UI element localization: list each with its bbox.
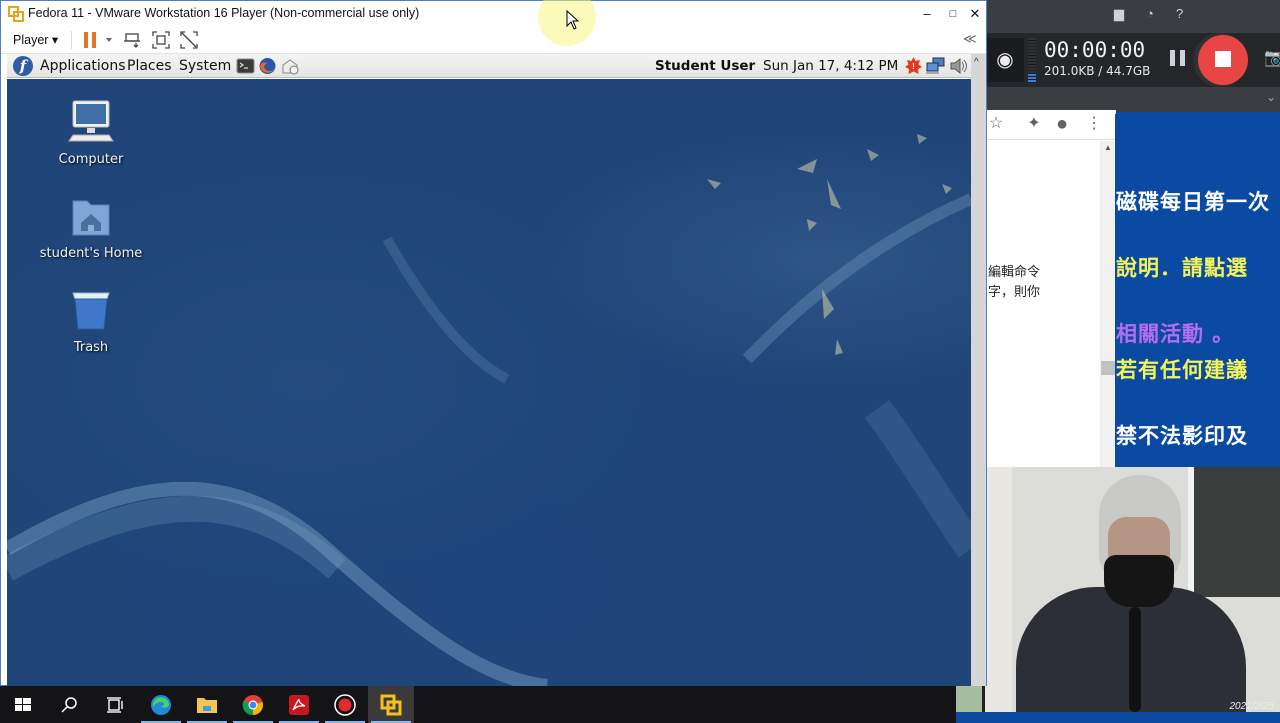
search-button[interactable] [46, 686, 92, 723]
window-titlebar[interactable]: Fedora 11 - VMware Workstation 16 Player… [1, 1, 986, 26]
recorder-titlebar: ▆ ◔ ? [986, 0, 1280, 30]
fedora-logo-icon[interactable]: f [13, 56, 33, 76]
recorder-pause-button[interactable] [1170, 50, 1186, 68]
desktop-icon-home[interactable]: student's Home [36, 193, 146, 261]
folder-icon [197, 698, 217, 713]
camera-icon[interactable]: 📷 [1264, 48, 1280, 68]
help-icon[interactable]: ? [1176, 6, 1183, 21]
gnome-top-panel: f Applications Places System Student Use… [7, 54, 971, 78]
slide-text-line: 若有任何建議 [1116, 358, 1248, 382]
vm-scrollbar[interactable]: ^ [971, 54, 986, 686]
search-icon [61, 697, 77, 713]
computer-icon [68, 100, 114, 142]
user-name[interactable]: Student User [655, 58, 755, 74]
desktop-icon-trash[interactable]: Trash [36, 287, 146, 355]
browser-window-fragment: ☆ ✦ ● ⋮ 編輯命令 字，則你 ▲ [986, 110, 1116, 470]
stop-icon [1215, 51, 1231, 67]
vmware-toolbar: Player ▾ ≪ [1, 26, 986, 54]
places-menu[interactable]: Places [127, 58, 172, 74]
presentation-slide-fragment [1115, 114, 1280, 470]
task-view-button[interactable] [92, 686, 138, 723]
slide-text-line: 磁碟每日第一次 [1116, 190, 1270, 214]
recorder-stop-button[interactable] [1198, 35, 1248, 85]
home-folder-icon [72, 200, 110, 236]
profile-icon[interactable]: ● [1052, 114, 1072, 134]
bookmark-star-icon[interactable]: ☆ [986, 114, 1006, 134]
slide-text-line: 禁不法影印及 [1116, 424, 1248, 448]
webcam-overlay: 2021/2/25 [956, 467, 1280, 712]
wallpaper-decoration [7, 134, 971, 686]
chevron-down-icon[interactable]: ⌄ [1266, 90, 1276, 104]
fit-guest-icon[interactable] [151, 30, 171, 50]
webcam-toggle-icon[interactable]: ◉ [986, 38, 1024, 82]
unity-icon[interactable] [179, 30, 199, 50]
browser-text-line: 編輯命令 [988, 265, 1041, 280]
recorder-app[interactable] [322, 686, 368, 723]
browser-scrollbar[interactable]: ▲ [1100, 141, 1116, 470]
vmware-icon [380, 694, 402, 716]
acrobat-app[interactable] [276, 686, 322, 723]
minimize-button[interactable]: – [915, 4, 939, 24]
windows-taskbar [0, 686, 956, 723]
recording-size: 201.0KB / 44.7GB [1044, 64, 1151, 78]
task-view-icon [107, 697, 123, 713]
vmware-logo-icon [8, 6, 24, 22]
player-menu-button[interactable]: Player ▾ [13, 32, 58, 47]
extensions-icon[interactable]: ✦ [1024, 114, 1044, 134]
svg-text:!: ! [912, 62, 915, 71]
applications-menu[interactable]: Applications [40, 58, 126, 74]
screen-recorder-panel: ▆ ◔ ? ◉ 00:00:00 201.0KB / 44.7GB 📷 ⌄ [986, 0, 1280, 112]
desktop-icon-label: Computer [58, 152, 124, 167]
fedora-desktop[interactable]: Computer student's Home Trash [7, 79, 971, 686]
update-alert-icon[interactable]: ! [904, 57, 923, 75]
browser-text-line: 字，則你 [988, 285, 1041, 300]
more-menu-icon[interactable]: ⋮ [1084, 114, 1104, 134]
edge-app[interactable] [138, 686, 184, 723]
network-icon[interactable] [926, 57, 945, 75]
webcam-date-stamp: 2021/2/25 [1229, 701, 1275, 712]
acrobat-icon [289, 695, 309, 715]
schedule-icon[interactable]: ◔ [1146, 6, 1154, 21]
browser-toolbar: ☆ ✦ ● ⋮ [986, 110, 1116, 140]
scroll-up-arrow-icon[interactable]: ▲ [1104, 143, 1112, 152]
slide-text-line: 說明．請點選 [1116, 256, 1248, 280]
recording-timer: 00:00:00 [1044, 38, 1146, 62]
guest-screen[interactable]: f Applications Places System Student Use… [7, 54, 971, 686]
mail-icon[interactable] [281, 57, 300, 75]
firefox-icon[interactable] [258, 57, 277, 75]
panel-clock[interactable]: Sun Jan 17, 4:12 PM [763, 58, 898, 74]
desktop-icon-label: Trash [73, 340, 109, 355]
terminal-icon[interactable] [236, 57, 255, 75]
pause-dropdown-caret-icon[interactable] [106, 38, 112, 42]
chrome-icon [242, 695, 263, 716]
record-icon [334, 694, 356, 716]
collapse-toolbar-icon[interactable]: ≪ [963, 31, 977, 47]
window-title: Fedora 11 - VMware Workstation 16 Player… [28, 6, 420, 20]
mouse-cursor-icon [566, 10, 580, 30]
windows-logo-icon [15, 698, 31, 711]
desktop-icon-label: student's Home [39, 246, 143, 261]
toolbar-divider [71, 31, 72, 49]
scroll-up-arrow-icon[interactable]: ^ [974, 57, 979, 68]
close-button[interactable]: ✕ [963, 4, 987, 24]
edge-icon [151, 695, 171, 715]
trash-icon [72, 292, 110, 330]
start-button[interactable] [0, 686, 46, 723]
send-ctrl-alt-del-icon[interactable] [123, 30, 143, 50]
audio-level-meter [1028, 38, 1036, 82]
desktop-icon-computer[interactable]: Computer [36, 99, 146, 167]
file-explorer-app[interactable] [184, 686, 230, 723]
slide-text-line: 相關活動 。 [1116, 322, 1235, 346]
system-menu[interactable]: System [179, 58, 231, 74]
chrome-app[interactable] [230, 686, 276, 723]
maximize-button[interactable]: □ [941, 4, 965, 24]
pause-icon[interactable] [84, 32, 98, 48]
vmware-player-app[interactable] [368, 686, 414, 723]
volume-icon[interactable] [949, 57, 968, 75]
vmware-player-window: Fedora 11 - VMware Workstation 16 Player… [0, 0, 987, 686]
microphone [1129, 607, 1141, 712]
folder-icon[interactable]: ▆ [1114, 6, 1124, 22]
